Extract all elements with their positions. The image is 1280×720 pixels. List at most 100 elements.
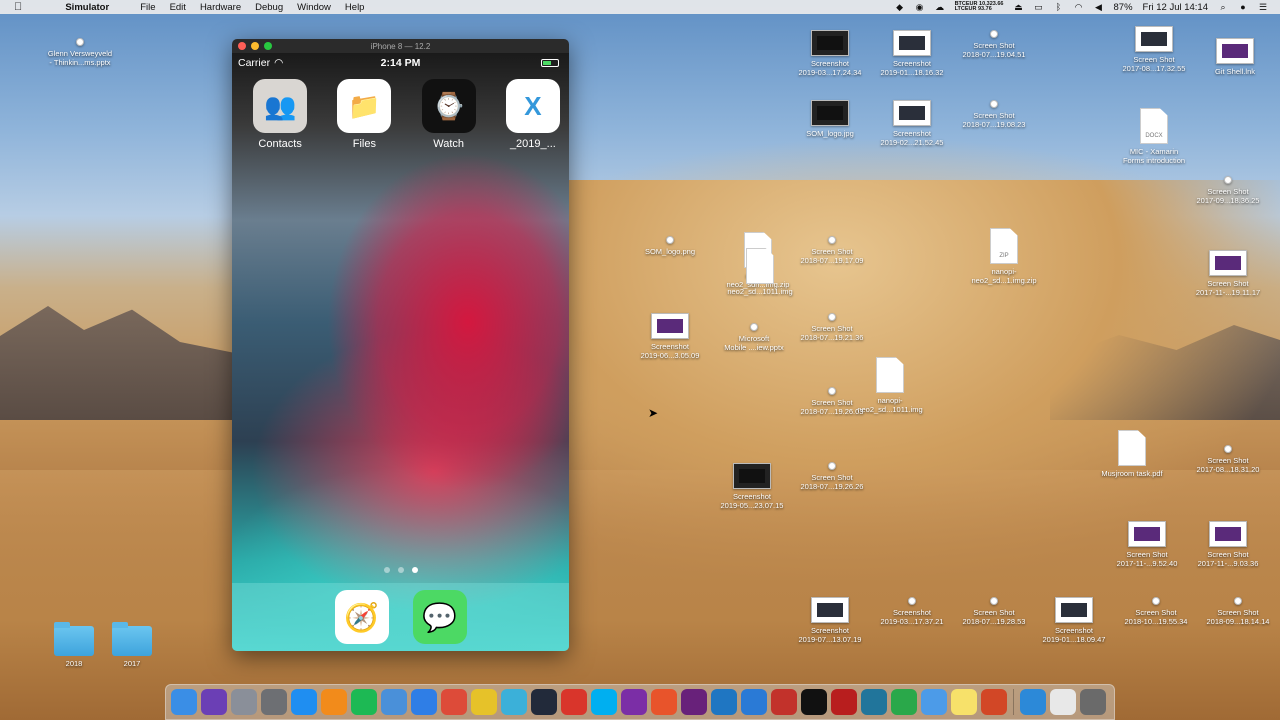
menu-debug[interactable]: Debug (255, 2, 283, 13)
desktop-file-icon[interactable]: Screen Shot 2018-10...19.55.34 (1114, 597, 1198, 626)
desktop-file-icon[interactable]: SOM_logo.png (628, 236, 712, 256)
bluetooth-icon[interactable]: ᛒ (1054, 2, 1064, 12)
safari-icon[interactable]: 🧭 (334, 590, 389, 644)
app-contacts[interactable]: 👥 Contacts (244, 79, 316, 150)
vscode-icon[interactable] (711, 689, 737, 715)
desktop-file-icon[interactable]: Screen Shot 2018-07...19.26.26 (790, 462, 874, 491)
iphone-screen[interactable]: Carrier ◠ 2:14 PM 👥 Contacts 📁 Files ⌚ Watch X… (232, 53, 569, 651)
siri-icon[interactable] (201, 689, 227, 715)
eject-icon[interactable]: ⏏ (1014, 2, 1024, 12)
wordpress-icon[interactable] (861, 689, 887, 715)
terminal-app-icon[interactable] (531, 689, 557, 715)
desktop-file-icon[interactable]: Screen Shot 2017-11-...9.03.36 (1186, 521, 1270, 568)
desktop-file-icon[interactable]: Screenshot 2019-03...17.24.34 (788, 30, 872, 77)
menu-window[interactable]: Window (297, 2, 331, 13)
vpn-icon[interactable] (501, 689, 527, 715)
close-button[interactable] (238, 42, 246, 50)
folder-icon[interactable] (1020, 689, 1046, 715)
desktop-file-icon[interactable]: Screenshot 2019-01...18.16.32 (870, 30, 954, 77)
app-watch[interactable]: ⌚ Watch (413, 79, 485, 150)
minimize-button[interactable] (251, 42, 259, 50)
lock-icon[interactable] (381, 689, 407, 715)
page-indicator[interactable] (232, 567, 569, 573)
desktop-file-icon[interactable]: ZIP nanopi-neo2_sd...1.img.zip (962, 228, 1046, 285)
desktop-file-icon[interactable]: DOCX MIC - Xamarin Forms introduction (1112, 108, 1196, 165)
spotify-icon[interactable] (351, 689, 377, 715)
clock[interactable]: Fri 12 Jul 14:14 (1143, 2, 1208, 13)
desktop-file-icon[interactable]: Screen Shot 2018-07...19.04.51 (952, 30, 1036, 59)
simulator-title-bar[interactable]: iPhone 8 — 12.2 (232, 39, 569, 53)
desktop-file-icon[interactable]: Screen Shot 2018-07...19.26.03 (790, 387, 874, 416)
skype-icon[interactable] (591, 689, 617, 715)
menu-hardware[interactable]: Hardware (200, 2, 241, 13)
simulator-window[interactable]: iPhone 8 — 12.2 Carrier ◠ 2:14 PM 👥 Conta… (232, 39, 569, 651)
filezilla-icon[interactable] (831, 689, 857, 715)
airplay-icon[interactable]: ▭ (1034, 2, 1044, 12)
notification-center-icon[interactable]: ☰ (1258, 2, 1268, 12)
onenote-icon[interactable] (621, 689, 647, 715)
visual-studio-icon[interactable] (681, 689, 707, 715)
app--2019-[interactable]: X _2019_... (497, 79, 569, 150)
desktop-file-icon[interactable]: Glenn Versweyveld - Thinkin...ms.pptx (38, 38, 122, 67)
messages-icon[interactable]: 💬 (412, 590, 467, 644)
wifi-icon[interactable]: ◠ (1074, 2, 1084, 12)
cloud-icon[interactable] (921, 689, 947, 715)
desktop-file-icon[interactable]: Musjroom task.pdf (1090, 430, 1174, 478)
desktop-file-icon[interactable]: Screen Shot 2018-07...19.17.09 (790, 236, 874, 265)
desktop-file-icon[interactable]: Git Shell.lnk (1193, 38, 1277, 76)
app-files[interactable]: 📁 Files (328, 79, 400, 150)
simulator-icon[interactable] (741, 689, 767, 715)
desktop-file-icon[interactable]: Screen Shot 2017-11-...9.52.40 (1105, 521, 1189, 568)
dropbox-icon[interactable]: ◆ (895, 2, 905, 12)
zoom-button[interactable] (264, 42, 272, 50)
desktop-file-icon[interactable]: Screenshot 2019-03...17.37.21 (870, 597, 954, 626)
red-app-icon[interactable] (561, 689, 587, 715)
terminal-icon[interactable] (801, 689, 827, 715)
red-device-icon[interactable] (771, 689, 797, 715)
desktop-file-icon[interactable]: Screen Shot 2017-08...17.32.55 (1112, 26, 1196, 73)
page-dot[interactable] (411, 567, 418, 573)
desktop-file-icon[interactable]: Screen Shot 2017-09...18.36.25 (1186, 176, 1270, 205)
desktop-file-icon[interactable]: Screenshot 2019-07...13.07.19 (788, 597, 872, 644)
powerpoint-icon[interactable] (981, 689, 1007, 715)
status-icon[interactable]: ◉ (915, 2, 925, 12)
menu-file[interactable]: File (140, 2, 155, 13)
trash-icon[interactable] (1080, 689, 1106, 715)
desktop-file-icon[interactable]: Screenshot 2019-06...3.05.09 (628, 313, 712, 360)
desktop-file-icon[interactable]: Screen Shot 2018-09...18.14.14 (1196, 597, 1280, 626)
desktop-file-icon[interactable]: Screenshot 2019-02...21.52.45 (870, 100, 954, 147)
brush-icon[interactable] (651, 689, 677, 715)
books-icon[interactable] (321, 689, 347, 715)
desktop-file-icon[interactable]: 2017 (90, 622, 174, 668)
spotlight-search-icon[interactable]: ⌕ (1218, 2, 1228, 12)
menu-help[interactable]: Help (345, 2, 365, 13)
system-preferences-icon[interactable] (261, 689, 287, 715)
desktop-file-icon[interactable]: Screen Shot 2017-08...18.31.20 (1186, 445, 1270, 474)
dev-icon[interactable] (471, 689, 497, 715)
desktop-file-icon[interactable]: Screen Shot 2017-11-...19.11.17 (1186, 250, 1270, 297)
desktop-file-icon[interactable]: Microsoft Mobile ....iew.pptx (712, 323, 796, 352)
menu-edit[interactable]: Edit (170, 2, 186, 13)
finder-icon[interactable] (171, 689, 197, 715)
app-store-icon[interactable] (291, 689, 317, 715)
page-dot[interactable] (397, 567, 404, 573)
volume-icon[interactable]: ◀ (1094, 2, 1104, 12)
desktop-file-icon[interactable]: SOM_logo.jpg (788, 100, 872, 138)
apple-menu-icon[interactable]:  (14, 1, 22, 13)
sourcetree-icon[interactable] (891, 689, 917, 715)
launchpad-icon[interactable] (231, 689, 257, 715)
chrome-icon[interactable] (441, 689, 467, 715)
document-icon[interactable] (1050, 689, 1076, 715)
desktop-file-icon[interactable]: Screen Shot 2018-07...19.08.23 (952, 100, 1036, 129)
battery-percent[interactable]: 87% (1114, 2, 1133, 13)
notes-icon[interactable] (951, 689, 977, 715)
cloud-icon[interactable]: ☁ (935, 2, 945, 12)
desktop-file-icon[interactable]: Screenshot 2019-05...23.07.15 (710, 463, 794, 510)
crypto-ticker[interactable]: BTCEUR 10,323.66 LTCEUR 93.76 (955, 1, 1004, 13)
siri-icon[interactable]: ● (1238, 2, 1248, 12)
app-menu[interactable]: Simulator (48, 2, 126, 13)
safari-icon[interactable] (411, 689, 437, 715)
desktop-file-icon[interactable]: Screen Shot 2018-07...19.28.53 (952, 597, 1036, 626)
desktop-file-icon[interactable]: Screen Shot 2018-07...19.21.36 (790, 313, 874, 342)
page-dot[interactable] (383, 567, 390, 573)
